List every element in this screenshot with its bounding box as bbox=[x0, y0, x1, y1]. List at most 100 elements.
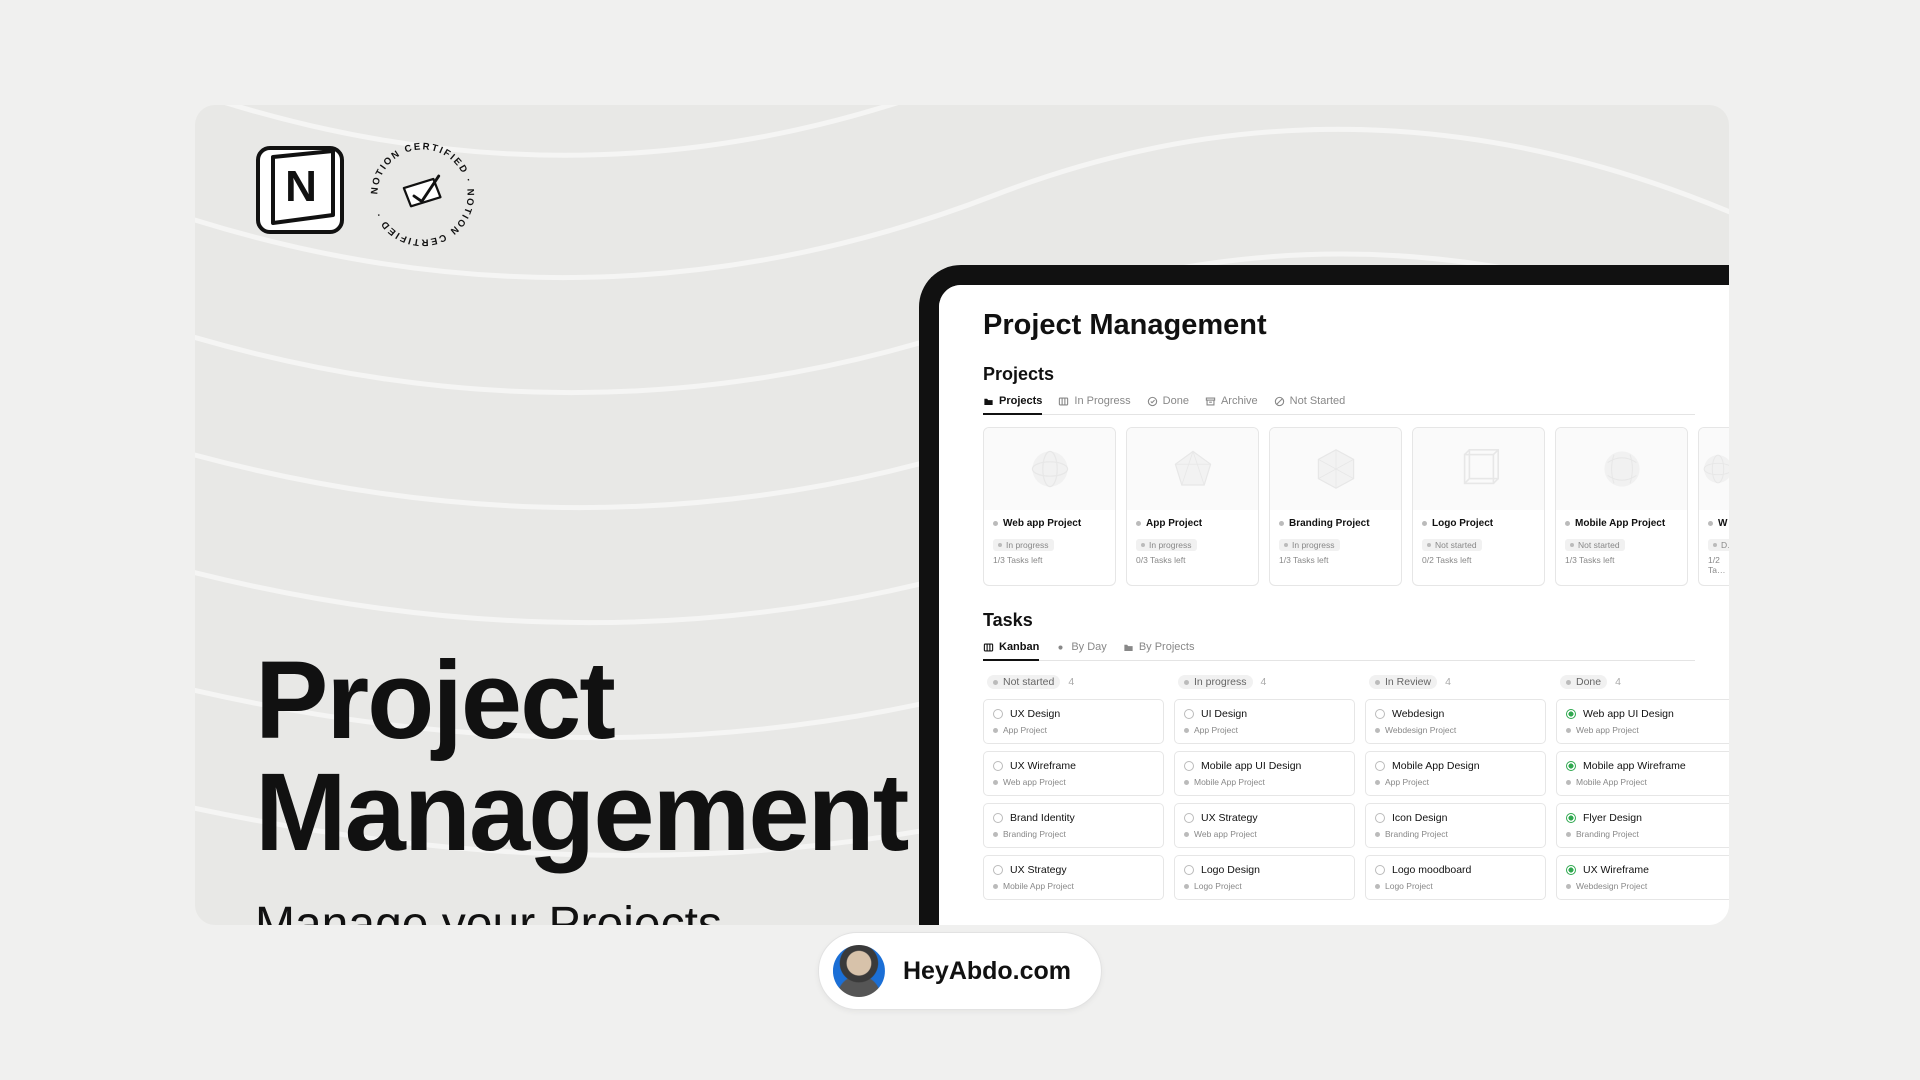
checkbox-icon[interactable] bbox=[1566, 709, 1576, 719]
projects-tabs: Projects In Progress Done Archive Not Starte… bbox=[983, 395, 1695, 415]
task-project: App Project bbox=[1375, 777, 1536, 787]
task-card[interactable]: UX Strategy Mobile App Project bbox=[983, 855, 1164, 900]
task-name: Icon Design bbox=[1375, 812, 1536, 824]
task-card[interactable]: UX WireframeWebdesign Project bbox=[1556, 855, 1729, 900]
project-task-count: 0/2 Tasks left bbox=[1422, 555, 1535, 565]
task-card[interactable]: Mobile App Design App Project bbox=[1365, 751, 1546, 796]
task-card[interactable]: UX Design App Project bbox=[983, 699, 1164, 744]
notion-app: Project Management Projects Projects In P… bbox=[939, 285, 1729, 925]
checkbox-icon[interactable] bbox=[1184, 709, 1194, 719]
task-project: Logo Project bbox=[1375, 881, 1536, 891]
tab-projects[interactable]: Projects bbox=[983, 395, 1042, 414]
checkbox-icon[interactable] bbox=[1375, 813, 1385, 823]
tab-kanban[interactable]: Kanban bbox=[983, 641, 1039, 660]
task-card[interactable]: Logo moodboard Logo Project bbox=[1365, 855, 1546, 900]
project-name: Logo Project bbox=[1422, 518, 1535, 529]
board-icon bbox=[1058, 396, 1069, 407]
task-name: UX Strategy bbox=[1184, 812, 1345, 824]
tablet-mockup: Project Management Projects Projects In P… bbox=[919, 265, 1729, 925]
task-name: UI Design bbox=[1184, 708, 1345, 720]
task-card[interactable]: Flyer DesignBranding Project bbox=[1556, 803, 1729, 848]
task-project: App Project bbox=[993, 725, 1154, 735]
project-status: In progress bbox=[1279, 539, 1340, 551]
task-name: UX Wireframe bbox=[1566, 864, 1727, 876]
column-header: In progress4 bbox=[1174, 673, 1355, 691]
project-name: W… bbox=[1708, 518, 1728, 529]
checkbox-icon[interactable] bbox=[1566, 813, 1576, 823]
attribution-label: HeyAbdo.com bbox=[903, 957, 1071, 986]
task-card[interactable]: Brand IdentityBranding Project bbox=[983, 803, 1164, 848]
tasks-tabs: Kanban By Day By Projects bbox=[983, 641, 1695, 661]
task-name: Web app UI Design bbox=[1566, 708, 1727, 720]
author-avatar bbox=[833, 945, 885, 997]
task-card[interactable]: Mobile app WireframeMobile App Project bbox=[1556, 751, 1729, 796]
notion-certified-badge: NOTION CERTIFIED · NOTION CERTIFIED · bbox=[365, 137, 480, 252]
task-card[interactable]: Mobile app UI DesignMobile App Project bbox=[1174, 751, 1355, 796]
checkbox-icon[interactable] bbox=[993, 865, 1003, 875]
task-name: Logo moodboard bbox=[1375, 864, 1536, 876]
column-header: In Review4 bbox=[1365, 673, 1546, 691]
project-card[interactable]: App ProjectIn progress0/3 Tasks left bbox=[1126, 427, 1259, 586]
hero-title: ProjectManagement bbox=[255, 645, 907, 869]
tab-archive[interactable]: Archive bbox=[1205, 395, 1258, 414]
page-title: Project Management bbox=[983, 309, 1695, 342]
task-name: Brand Identity bbox=[993, 812, 1154, 824]
project-task-count: 1/3 Tasks left bbox=[1565, 555, 1678, 565]
hero-text: ProjectManagement Manage your Projectsan… bbox=[255, 645, 907, 925]
task-project: Mobile App Project bbox=[993, 881, 1154, 891]
task-card[interactable]: UI Design App Project bbox=[1174, 699, 1355, 744]
tab-in-progress[interactable]: In Progress bbox=[1058, 395, 1130, 414]
tab-by-projects[interactable]: By Projects bbox=[1123, 641, 1195, 660]
checkbox-icon[interactable] bbox=[1566, 865, 1576, 875]
task-card[interactable]: Logo DesignLogo Project bbox=[1174, 855, 1355, 900]
folder-icon bbox=[983, 396, 994, 407]
task-project: Webdesign Project bbox=[1375, 725, 1536, 735]
project-card[interactable]: Mobile App ProjectNot started1/3 Tasks l… bbox=[1555, 427, 1688, 586]
project-name: Mobile App Project bbox=[1565, 518, 1678, 529]
checkbox-icon[interactable] bbox=[993, 709, 1003, 719]
project-status: Not started bbox=[1422, 539, 1482, 551]
projects-gallery: Web app ProjectIn progress1/3 Tasks left… bbox=[983, 427, 1695, 586]
checkbox-icon[interactable] bbox=[1566, 761, 1576, 771]
task-name: UX Strategy bbox=[993, 864, 1154, 876]
checkbox-icon[interactable] bbox=[993, 813, 1003, 823]
checkbox-icon[interactable] bbox=[1375, 761, 1385, 771]
task-project: Web app Project bbox=[993, 777, 1154, 787]
column-header: Done4 bbox=[1556, 673, 1729, 691]
kanban-board: Not started4UX DesignApp ProjectUX Wiref… bbox=[983, 673, 1695, 907]
checkbox-icon[interactable] bbox=[1184, 813, 1194, 823]
task-card[interactable]: UX StrategyWeb app Project bbox=[1174, 803, 1355, 848]
svg-text:N: N bbox=[285, 162, 317, 211]
task-card[interactable]: WebdesignWebdesign Project bbox=[1365, 699, 1546, 744]
checkbox-icon[interactable] bbox=[1184, 865, 1194, 875]
project-card[interactable]: Logo Project Not started 0/2 Tasks left bbox=[1412, 427, 1545, 586]
kanban-column: In progress4 UI Design App Project Mobile a… bbox=[1174, 673, 1355, 907]
task-project: Web app Project bbox=[1566, 725, 1727, 735]
task-project: App Project bbox=[1184, 725, 1345, 735]
task-name: Mobile App Design bbox=[1375, 760, 1536, 772]
check-circle-icon bbox=[1147, 396, 1158, 407]
tab-not-started[interactable]: Not Started bbox=[1274, 395, 1346, 414]
checkbox-icon[interactable] bbox=[993, 761, 1003, 771]
project-name: Web app Project bbox=[993, 518, 1106, 529]
task-card[interactable]: Icon DesignBranding Project bbox=[1365, 803, 1546, 848]
project-thumbnail bbox=[1556, 428, 1687, 510]
tab-done[interactable]: Done bbox=[1147, 395, 1189, 414]
ban-icon bbox=[1274, 396, 1285, 407]
project-card[interactable]: Branding ProjectIn progress1/3 Tasks lef… bbox=[1269, 427, 1402, 586]
checkbox-icon[interactable] bbox=[1375, 709, 1385, 719]
attribution-pill[interactable]: HeyAbdo.com bbox=[818, 932, 1102, 1010]
project-thumbnail bbox=[1413, 428, 1544, 510]
project-card[interactable]: W…D…1/2 Ta… bbox=[1698, 427, 1729, 586]
tab-by-day[interactable]: By Day bbox=[1055, 641, 1106, 660]
task-project: Branding Project bbox=[1566, 829, 1727, 839]
task-card[interactable]: Web app UI Design Web app Project bbox=[1556, 699, 1729, 744]
project-card[interactable]: Web app ProjectIn progress1/3 Tasks left bbox=[983, 427, 1116, 586]
kanban-column: Done4 Web app UI Design Web app Project Mob… bbox=[1556, 673, 1729, 907]
checkbox-icon[interactable] bbox=[1184, 761, 1194, 771]
task-name: Mobile app Wireframe bbox=[1566, 760, 1727, 772]
task-card[interactable]: UX WireframeWeb app Project bbox=[983, 751, 1164, 796]
task-project: Mobile App Project bbox=[1184, 777, 1345, 787]
task-name: UX Design bbox=[993, 708, 1154, 720]
checkbox-icon[interactable] bbox=[1375, 865, 1385, 875]
